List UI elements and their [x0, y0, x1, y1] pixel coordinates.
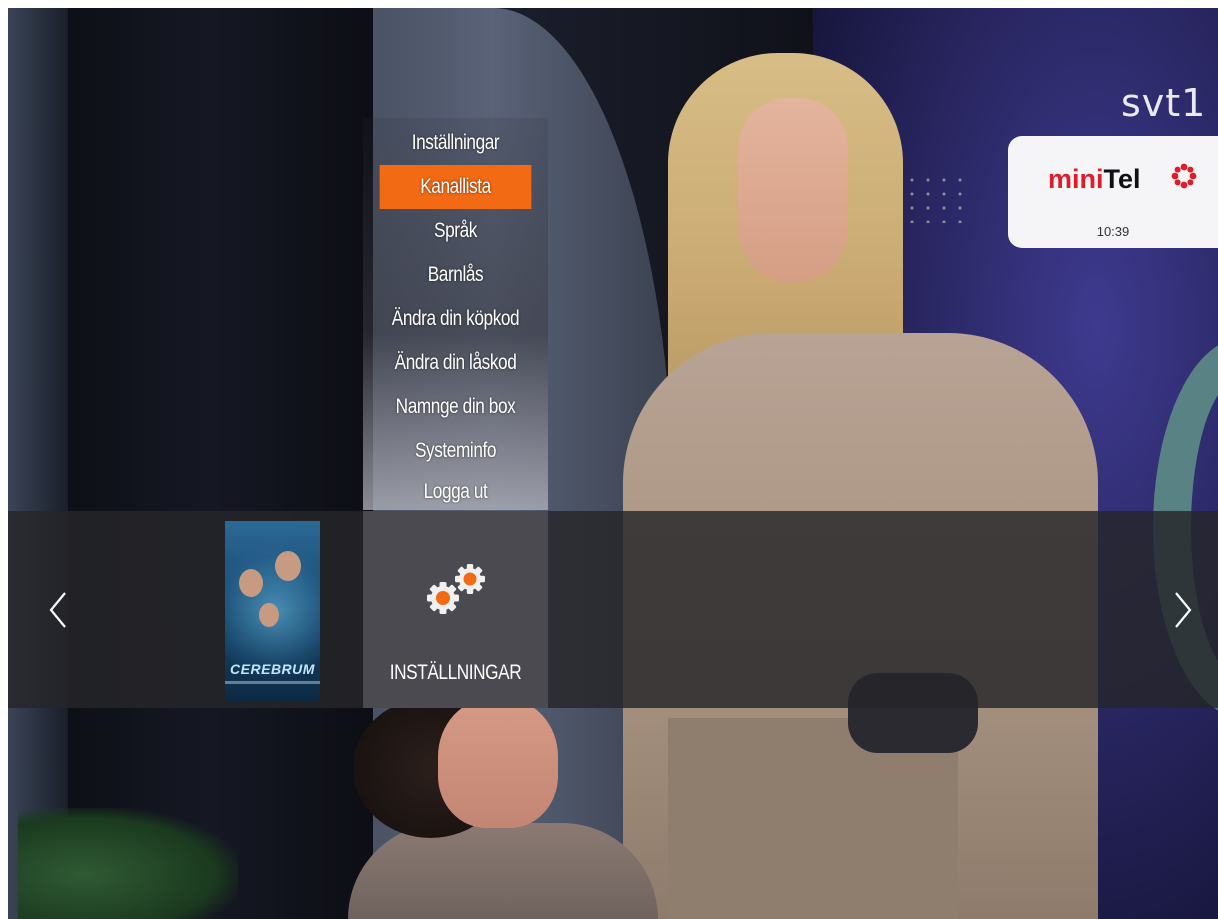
background-arch-left: [8, 8, 68, 919]
poster-figure: [239, 569, 263, 597]
clock: 10:39: [1096, 224, 1130, 239]
settings-tile-label: INSTÄLLNINGAR: [389, 661, 522, 684]
channel-logo: svt1: [1121, 81, 1207, 125]
menu-item-kanallista[interactable]: Kanallista: [379, 165, 532, 209]
poster-title: CEREBRUM: [230, 661, 315, 677]
background-plant: [18, 808, 238, 919]
presenter-face: [738, 98, 848, 283]
menu-item-barnlas[interactable]: Barnlås: [380, 253, 532, 297]
brand-logo-suffix: Tel: [1103, 164, 1141, 194]
menu-item-namnge-box[interactable]: Namnge din box: [380, 385, 532, 429]
poster-subtitle-line: [225, 681, 320, 684]
brand-clock-card: miniTel 10:39: [1008, 136, 1218, 248]
gears-icon: [427, 564, 485, 614]
menu-item-sprak[interactable]: Språk: [380, 209, 532, 253]
carousel-prev-button[interactable]: [28, 511, 88, 708]
carousel-strip: CEREBRUM INSTÄLLNINGAR: [8, 511, 1218, 708]
carousel-next-button[interactable]: [1153, 511, 1213, 708]
brand-logo-prefix: mini: [1048, 164, 1104, 194]
menu-item-systeminfo[interactable]: Systeminfo: [380, 429, 532, 473]
poster-figure: [275, 551, 301, 581]
menu-item-logga-ut[interactable]: Logga ut: [380, 470, 532, 514]
tv-screen: svt1 miniTel 10:39 Inställningar Kanalli…: [8, 8, 1218, 919]
poster-figure: [259, 603, 279, 627]
chevron-left-icon: [49, 591, 66, 628]
guest-body: [348, 823, 658, 919]
poster-tile[interactable]: CEREBRUM: [225, 521, 320, 701]
menu-item-andra-laskod[interactable]: Ändra din låskod: [380, 341, 532, 385]
menu-item-andra-kopkod[interactable]: Ändra din köpkod: [380, 297, 532, 341]
guest-face: [438, 698, 558, 828]
brand-logo: miniTel: [1048, 164, 1141, 195]
chevron-right-icon: [1175, 591, 1192, 628]
menu-item-installningar[interactable]: Inställningar: [380, 121, 532, 165]
brand-flower-icon: [1171, 163, 1197, 189]
